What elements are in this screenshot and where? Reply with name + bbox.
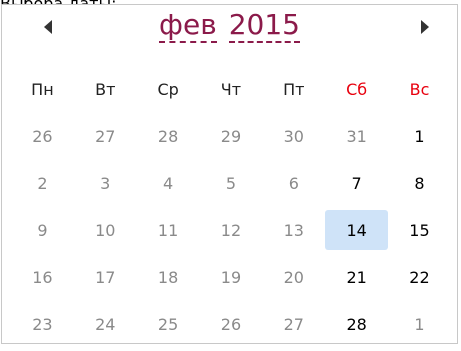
week-row: 9 10 11 12 13 14 15 (11, 210, 451, 250)
day-cell-other-month[interactable]: 1 (388, 304, 451, 344)
weekday-header-row: Пн Вт Ср Чт Пт Сб Вс (11, 69, 451, 109)
day-cell[interactable]: 21 (325, 257, 388, 297)
day-cell-past[interactable]: 3 (74, 163, 137, 203)
month-year-title: фев 2015 (2, 5, 457, 45)
day-cell-selected[interactable]: 14 (325, 210, 389, 250)
day-cell-past[interactable]: 5 (200, 163, 263, 203)
next-month-button[interactable] (414, 16, 436, 38)
day-cell-past[interactable]: 20 (262, 257, 325, 297)
day-cell[interactable]: 28 (325, 304, 388, 344)
day-cell-past[interactable]: 17 (74, 257, 137, 297)
week-row: 2 3 4 5 6 7 8 (11, 163, 451, 203)
day-cell[interactable]: 22 (388, 257, 451, 297)
day-cell-past[interactable]: 16 (11, 257, 74, 297)
day-cell-past[interactable]: 19 (200, 257, 263, 297)
day-cell-other-month[interactable]: 29 (200, 116, 263, 156)
year-selector[interactable]: 2015 (228, 9, 300, 43)
weekday-header: Пт (283, 79, 305, 99)
triangle-right-icon (421, 20, 429, 34)
weekend-header: Сб (346, 79, 368, 99)
day-cell-past[interactable]: 26 (200, 304, 263, 344)
week-row: 16 17 18 19 20 21 22 (11, 257, 451, 297)
day-cell-past[interactable]: 12 (200, 210, 263, 250)
calendar-header: фев 2015 (2, 5, 457, 47)
week-row: 26 27 28 29 30 31 1 (11, 116, 451, 156)
day-cell-other-month[interactable]: 26 (11, 116, 74, 156)
calendar-grid: Пн Вт Ср Чт Пт Сб Вс 26 27 28 29 30 31 1… (11, 69, 451, 351)
day-cell-other-month[interactable]: 28 (137, 116, 200, 156)
day-cell[interactable]: 7 (325, 163, 388, 203)
day-cell-past[interactable]: 11 (137, 210, 200, 250)
day-cell-past[interactable]: 24 (74, 304, 137, 344)
day-cell-past[interactable]: 9 (11, 210, 74, 250)
day-cell[interactable]: 15 (388, 210, 451, 250)
date-picker-calendar: фев 2015 Пн Вт Ср Чт Пт Сб Вс 26 27 28 29… (1, 4, 458, 344)
day-cell-past[interactable]: 4 (137, 163, 200, 203)
weekday-header: Чт (220, 79, 242, 99)
weekday-header: Ср (157, 79, 179, 99)
weekend-header: Вс (409, 79, 430, 99)
day-cell-other-month[interactable]: 30 (262, 116, 325, 156)
day-cell[interactable]: 1 (388, 116, 451, 156)
day-cell[interactable]: 8 (388, 163, 451, 203)
day-cell-past[interactable]: 25 (137, 304, 200, 344)
month-selector[interactable]: фев (159, 9, 217, 43)
day-cell-past[interactable]: 10 (74, 210, 137, 250)
day-cell-other-month[interactable]: 27 (74, 116, 137, 156)
day-cell-other-month[interactable]: 31 (325, 116, 388, 156)
week-row: 23 24 25 26 27 28 1 (11, 304, 451, 344)
day-cell-past[interactable]: 23 (11, 304, 74, 344)
weekday-header: Вт (95, 79, 116, 99)
day-cell-past[interactable]: 18 (137, 257, 200, 297)
day-cell-past[interactable]: 27 (262, 304, 325, 344)
day-cell-past[interactable]: 13 (262, 210, 325, 250)
day-cell-past[interactable]: 2 (11, 163, 74, 203)
weekday-header: Пн (31, 79, 54, 99)
day-cell-past[interactable]: 6 (262, 163, 325, 203)
